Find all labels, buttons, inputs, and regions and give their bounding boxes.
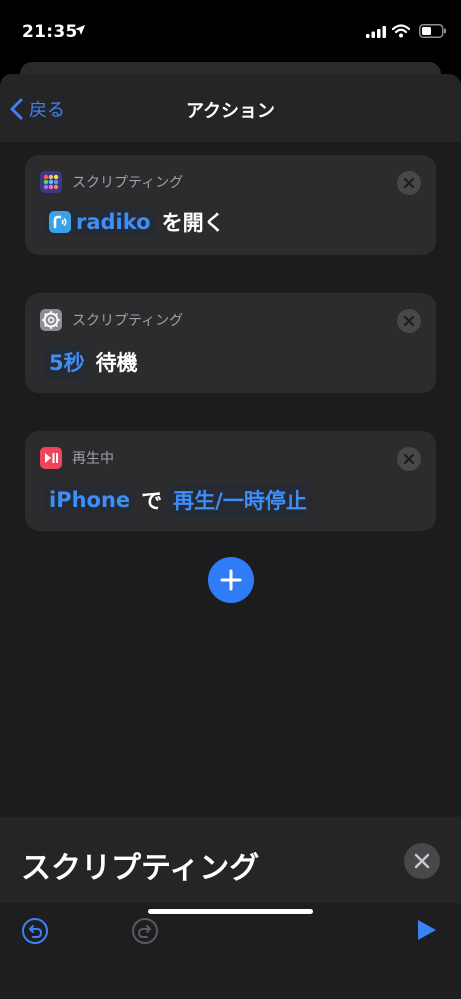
close-icon (404, 178, 414, 188)
action-card-play-pause[interactable]: 再生中 iPhone で 再生/一時停止 (25, 431, 436, 531)
panel-title: スクリプティング (21, 851, 260, 886)
navigation-bar: 戻る アクション (0, 74, 461, 142)
page-title: アクション (185, 101, 276, 122)
action-verb: を開く (161, 211, 225, 235)
connector-text: で (141, 489, 163, 513)
play-pause-icon (40, 447, 62, 469)
close-icon (414, 853, 430, 869)
close-icon (404, 454, 414, 464)
status-time: 21:35 (22, 22, 78, 42)
app-token[interactable]: radiko (44, 208, 156, 236)
bottom-toolbar (0, 903, 461, 999)
status-bar: 21:35 (0, 0, 461, 62)
action-card-wait[interactable]: スクリプティング 5秒 待機 (25, 293, 436, 393)
radiko-icon (49, 211, 71, 233)
undo-icon[interactable] (21, 917, 49, 945)
close-icon (404, 316, 414, 326)
location-arrow-icon (75, 25, 85, 35)
plus-icon (220, 569, 242, 591)
gear-icon (40, 309, 62, 331)
action-verb: 待機 (95, 351, 138, 375)
action-card-open-app[interactable]: スクリプティング radiko を開く (25, 155, 436, 255)
remove-action-button[interactable] (397, 447, 421, 471)
remove-action-button[interactable] (397, 309, 421, 333)
remove-action-button[interactable] (397, 171, 421, 195)
redo-icon[interactable] (131, 917, 159, 945)
device-token[interactable]: iPhone (44, 486, 136, 514)
card-category: 再生中 (72, 451, 114, 467)
card-category: スクリプティング (72, 313, 184, 329)
signal-icon (366, 26, 386, 38)
play-icon[interactable] (416, 918, 438, 942)
battery-icon (419, 24, 446, 38)
home-indicator (148, 909, 313, 914)
card-category: スクリプティング (72, 175, 184, 191)
app-name: radiko (76, 210, 151, 234)
add-action-button[interactable] (208, 557, 254, 603)
panel-close-button[interactable] (404, 843, 440, 879)
grid-apps-icon (40, 171, 62, 193)
wifi-icon (392, 24, 410, 38)
action-sheet: 戻る アクション スクリプティング radiko を開く スクリプティング 5秒… (0, 74, 461, 999)
command-token[interactable]: 再生/一時停止 (168, 483, 312, 517)
duration-token[interactable]: 5秒 (44, 345, 90, 379)
